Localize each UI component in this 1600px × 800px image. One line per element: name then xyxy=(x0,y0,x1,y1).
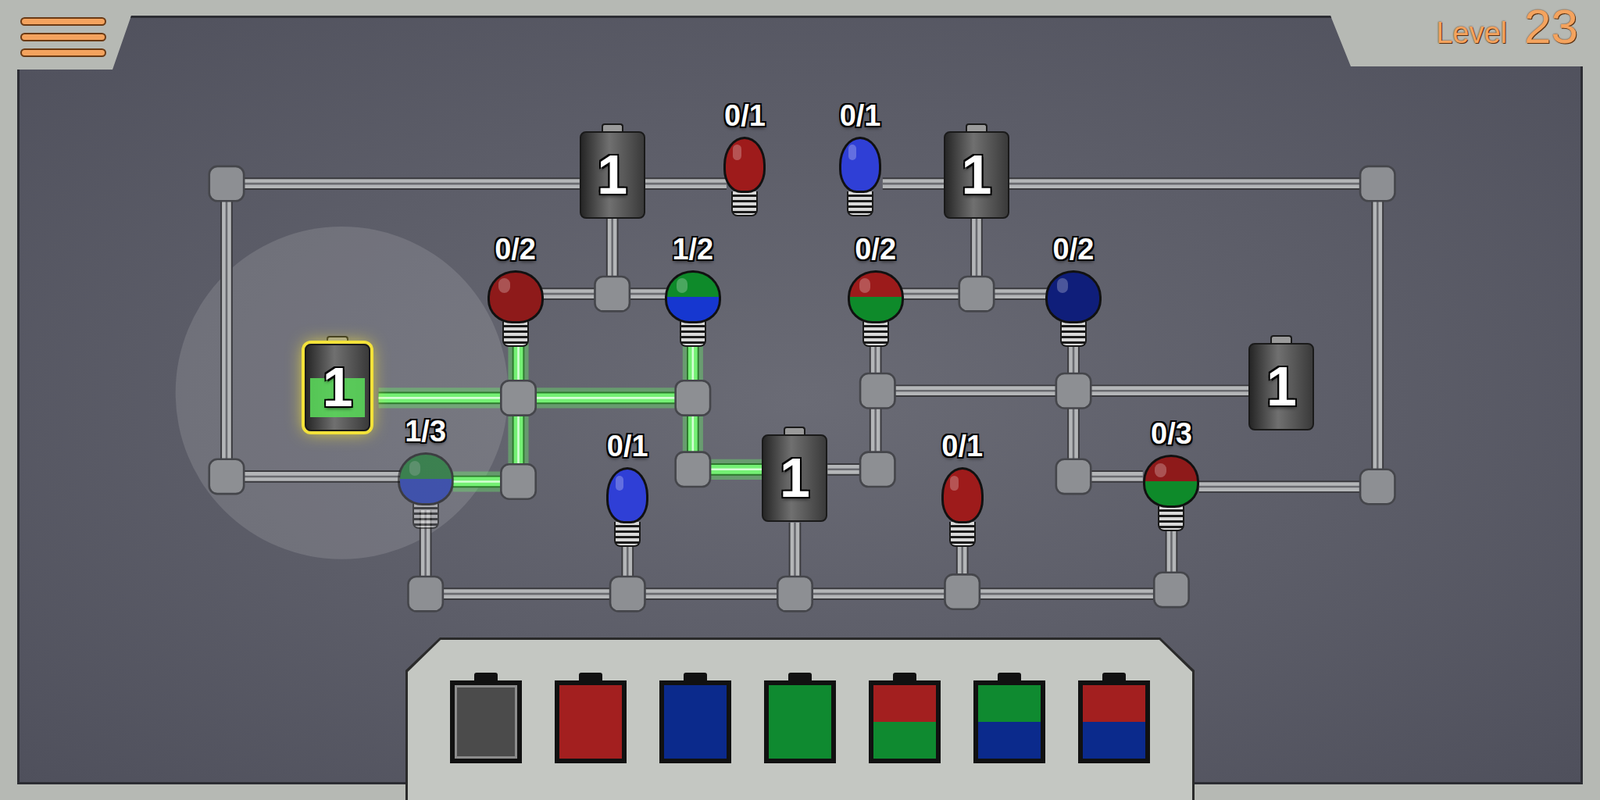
wire-node xyxy=(860,373,895,408)
bulb-glass xyxy=(664,270,722,324)
bulb-count: 0/3 xyxy=(1150,418,1193,449)
wire xyxy=(644,182,726,184)
bulb-count: 0/1 xyxy=(941,431,983,461)
bulb-glass xyxy=(941,467,984,524)
bulb-base xyxy=(846,191,874,217)
bulb: 1/3 xyxy=(397,416,454,529)
bulb-glass xyxy=(839,136,882,193)
battery[interactable]: 1 xyxy=(1248,335,1315,431)
battery-value: 1 xyxy=(322,360,354,415)
level-indicator: Level 23 xyxy=(1435,1,1579,58)
game-screen: Level 23 1 1 1 1 1 0/1 0/1 0/2 1/2 0/2 0/2 1/3 0/1 0/1 0… xyxy=(0,0,1600,800)
bulb-base xyxy=(679,321,707,347)
bulb-base xyxy=(1060,321,1087,347)
bulb-base xyxy=(862,321,890,347)
palette-battery[interactable] xyxy=(973,672,1046,764)
bulb-glass xyxy=(487,270,544,324)
battery[interactable]: 1 xyxy=(761,426,828,522)
wire xyxy=(882,182,944,184)
bulb: 0/1 xyxy=(606,431,649,547)
wire-node xyxy=(500,380,536,415)
level-number: 23 xyxy=(1524,1,1579,52)
wire xyxy=(226,475,400,477)
wire-node xyxy=(1056,459,1091,494)
battery-value: 1 xyxy=(1266,359,1297,415)
bulb: 0/1 xyxy=(839,100,882,217)
bulb: 0/3 xyxy=(1142,418,1200,532)
bulb: 0/2 xyxy=(1045,234,1102,347)
palette-battery[interactable] xyxy=(764,672,836,764)
bulb-count: 0/2 xyxy=(854,234,897,265)
wire-node xyxy=(407,576,443,611)
wire-node xyxy=(675,452,711,487)
bulb-glass xyxy=(723,136,766,193)
bulb-glass xyxy=(606,467,649,524)
bulb-count: 0/1 xyxy=(839,100,882,131)
wire-node xyxy=(675,380,711,415)
bulb-base xyxy=(614,521,641,547)
bulb: 1/2 xyxy=(664,234,722,347)
wire-node xyxy=(1360,166,1395,201)
bulb-base xyxy=(412,503,440,529)
bulb: 0/1 xyxy=(941,431,984,547)
bulb-count: 0/1 xyxy=(724,100,766,131)
palette-battery[interactable] xyxy=(1078,672,1150,764)
wire-node xyxy=(944,574,979,609)
wire xyxy=(1377,183,1379,487)
battery[interactable]: 1 xyxy=(304,335,371,432)
bulb-count: 0/2 xyxy=(494,234,536,265)
battery-value: 1 xyxy=(596,147,628,203)
bulb-count: 1/2 xyxy=(671,234,714,265)
wire-node xyxy=(1056,373,1091,408)
level-label: Level xyxy=(1435,7,1508,58)
bulb-glass xyxy=(397,452,454,506)
palette-battery[interactable] xyxy=(659,672,732,764)
bulb-glass xyxy=(847,270,904,324)
wire-node xyxy=(594,276,629,311)
bulb-count: 0/2 xyxy=(1053,234,1095,265)
wire-node xyxy=(209,166,244,201)
palette-battery[interactable] xyxy=(450,672,522,764)
wire xyxy=(1199,485,1379,487)
bulb: 0/2 xyxy=(487,234,544,347)
menu-icon xyxy=(20,17,107,58)
bulb-glass xyxy=(1045,270,1102,324)
battery-value: 1 xyxy=(960,147,992,203)
wire-node xyxy=(610,576,645,611)
battery-value: 1 xyxy=(779,450,811,506)
wire-node xyxy=(1360,469,1395,504)
wire xyxy=(1009,182,1379,184)
bulb-base xyxy=(949,521,976,547)
wire-node xyxy=(860,452,895,487)
bulb-count: 1/3 xyxy=(404,416,447,447)
battery[interactable]: 1 xyxy=(943,123,1010,219)
wire xyxy=(225,183,227,477)
bulb-base xyxy=(1157,506,1185,532)
wire-node xyxy=(777,576,812,611)
bulb: 0/2 xyxy=(847,234,904,347)
bulb-glass xyxy=(1142,454,1200,508)
battery-tray xyxy=(405,637,1195,800)
wire-node xyxy=(1153,572,1189,608)
wire-node xyxy=(209,459,244,494)
wire-node xyxy=(959,276,994,311)
bulb: 0/1 xyxy=(723,100,766,217)
menu-button[interactable] xyxy=(20,17,107,58)
wire xyxy=(226,182,580,184)
bulb-base xyxy=(731,191,758,217)
bulb-count: 0/1 xyxy=(607,431,649,461)
wire-node xyxy=(500,464,536,499)
battery[interactable]: 1 xyxy=(579,123,646,219)
bulb-base xyxy=(502,321,529,347)
palette-battery[interactable] xyxy=(868,672,941,764)
palette-battery[interactable] xyxy=(554,672,627,764)
